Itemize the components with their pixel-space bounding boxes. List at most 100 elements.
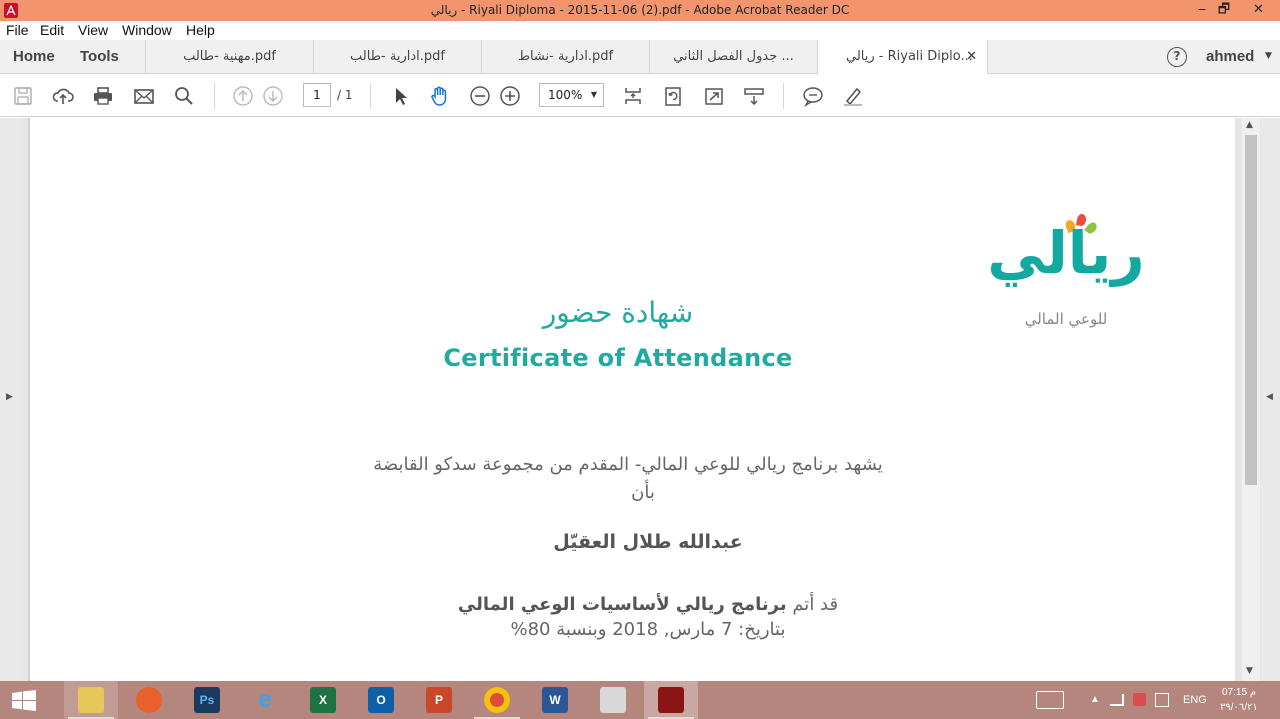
- completion-line: قد أتم برنامج ريالي لأساسيات الوعي المال…: [408, 594, 888, 615]
- toolbar: 1 / 1 100% ▼: [0, 75, 1280, 117]
- windows-logo-icon: [12, 690, 36, 711]
- email-icon[interactable]: [133, 85, 155, 107]
- clock-time[interactable]: 07:15 م: [1222, 687, 1256, 698]
- volume-icon[interactable]: [1155, 693, 1169, 707]
- read-mode-icon[interactable]: [743, 85, 765, 107]
- document-tab[interactable]: جدول الفصل الثاني ...: [649, 40, 817, 74]
- save-icon[interactable]: [12, 85, 34, 107]
- next-page-icon[interactable]: [262, 85, 284, 107]
- taskbar-chrome[interactable]: [470, 681, 524, 719]
- taskbar-acrobat[interactable]: [644, 681, 698, 719]
- minimize-button[interactable]: ‒: [1192, 0, 1212, 21]
- print-icon[interactable]: [92, 85, 114, 107]
- zoom-in-icon[interactable]: [499, 85, 521, 107]
- recipient-name: عبدالله طلال العقيّل: [553, 531, 743, 553]
- tab-close-icon[interactable]: ✕: [966, 40, 977, 74]
- chevron-down-icon: ▼: [590, 90, 597, 99]
- outlook-icon: O: [368, 687, 394, 713]
- hand-tool-icon[interactable]: [429, 85, 451, 107]
- taskbar-outlook[interactable]: O: [354, 681, 408, 719]
- taskbar-excel[interactable]: X: [296, 681, 350, 719]
- chevron-down-icon[interactable]: ▼: [1265, 51, 1272, 61]
- active-tab-label: ريالي - Riyali Diplo...: [846, 49, 973, 64]
- restore-button[interactable]: 🗗: [1214, 0, 1234, 21]
- menu-view[interactable]: View: [78, 22, 108, 38]
- tab-home[interactable]: Home: [13, 48, 55, 65]
- completion-date-line: بتاريخ: 7 مارس, 2018 وبنسبة 80%: [510, 619, 786, 640]
- windows-taskbar: Ps e X O P W ▲ ENG 07:15 م ٣٩/٠٦/٢١: [0, 681, 1280, 719]
- close-window-button[interactable]: ✕: [1237, 0, 1280, 21]
- vertical-scrollbar[interactable]: ▲ ▼: [1242, 118, 1260, 681]
- zoom-level-select[interactable]: 100% ▼: [539, 83, 604, 107]
- page-number-input[interactable]: 1: [303, 83, 331, 107]
- taskbar-firefox[interactable]: [122, 681, 176, 719]
- taskbar-internet-explorer[interactable]: e: [238, 681, 292, 719]
- menu-edit[interactable]: Edit: [40, 22, 64, 38]
- scrolling-mode-icon[interactable]: [622, 85, 644, 107]
- select-cursor-icon[interactable]: [390, 85, 412, 107]
- menu-file[interactable]: File: [6, 22, 29, 38]
- search-icon[interactable]: [173, 85, 195, 107]
- certificate-body-line: يشهد برنامج ريالي للوعي المالي- المقدم م…: [373, 454, 883, 475]
- taskbar-file-explorer[interactable]: [64, 681, 118, 719]
- logo-tagline: للوعي المالي: [1024, 310, 1108, 328]
- clock-date[interactable]: ٣٩/٠٦/٢١: [1220, 702, 1258, 713]
- network-icon[interactable]: [1110, 694, 1124, 706]
- completion-prefix: قد أتم: [786, 594, 839, 615]
- scroll-up-icon[interactable]: ▲: [1246, 120, 1253, 130]
- pdf-page: ريالي للوعي المالي شهادة حضور Certificat…: [28, 118, 1235, 681]
- certificate-body-line: بأن: [631, 482, 655, 503]
- tab-bar: Home Tools مهنية -طالب.pdf ادارية -طالب.…: [0, 40, 1280, 75]
- taskbar-powerpoint[interactable]: P: [412, 681, 466, 719]
- taskbar-photoshop[interactable]: Ps: [180, 681, 234, 719]
- photoshop-icon: Ps: [194, 687, 220, 713]
- toolbar-separator: [214, 83, 215, 109]
- expand-right-icon: ▶: [6, 392, 13, 402]
- document-tab[interactable]: ادارية -نشاط.pdf: [481, 40, 649, 74]
- document-tab-active[interactable]: ريالي - Riyali Diplo... ✕: [817, 40, 987, 75]
- left-panel-toggle[interactable]: ▶: [0, 118, 20, 681]
- user-account-name[interactable]: ahmed: [1206, 48, 1254, 65]
- help-icon[interactable]: ?: [1167, 47, 1187, 67]
- menu-bar: File Edit View Window Help: [0, 21, 1280, 40]
- program-name: برنامج ريالي لأساسيات الوعي المالي: [457, 594, 787, 615]
- fullscreen-icon[interactable]: [703, 85, 725, 107]
- right-panel-toggle[interactable]: ◀: [1261, 118, 1280, 681]
- tray-overflow-icon[interactable]: ▲: [1090, 694, 1100, 705]
- certificate-title-english: Certificate of Attendance: [443, 344, 793, 372]
- scrollbar-thumb[interactable]: [1245, 135, 1257, 485]
- powerpoint-icon: P: [426, 687, 452, 713]
- input-language[interactable]: ENG: [1183, 694, 1207, 706]
- expand-left-icon: ◀: [1266, 392, 1273, 402]
- upload-cloud-icon[interactable]: [52, 85, 74, 107]
- tab-divider: [987, 40, 988, 74]
- menu-window[interactable]: Window: [122, 22, 172, 38]
- tray-app-icon[interactable]: [1133, 693, 1146, 706]
- title-bar: ريالي - Riyali Diploma - 2015-11-06 (2).…: [0, 0, 1280, 21]
- previous-page-icon[interactable]: [232, 85, 254, 107]
- start-button[interactable]: [0, 681, 50, 719]
- tab-tools[interactable]: Tools: [80, 48, 119, 65]
- zoom-out-icon[interactable]: [469, 85, 491, 107]
- folder-icon: [78, 687, 104, 713]
- document-tab[interactable]: ادارية -طالب.pdf: [313, 40, 481, 74]
- taskbar-word[interactable]: W: [528, 681, 582, 719]
- document-tab[interactable]: مهنية -طالب.pdf: [145, 40, 313, 74]
- firefox-icon: [136, 687, 162, 713]
- page-edge: [28, 118, 30, 681]
- rotate-page-icon[interactable]: [662, 85, 684, 107]
- scroll-down-icon[interactable]: ▼: [1246, 666, 1253, 676]
- comment-icon[interactable]: [802, 85, 824, 107]
- menu-help[interactable]: Help: [186, 22, 215, 38]
- page-total: / 1: [337, 88, 353, 102]
- highlight-pen-icon[interactable]: [842, 85, 864, 107]
- taskbar-notepad[interactable]: [586, 681, 640, 719]
- internet-explorer-icon: e: [258, 686, 272, 713]
- zoom-level-value: 100%: [548, 88, 583, 102]
- keyboard-icon[interactable]: [1036, 691, 1064, 709]
- logo-wordmark: ريالي: [987, 219, 1145, 287]
- excel-icon: X: [310, 687, 336, 713]
- word-icon: W: [542, 687, 568, 713]
- acrobat-icon: [658, 687, 684, 713]
- riyali-logo: ريالي للوعي المالي: [986, 213, 1146, 336]
